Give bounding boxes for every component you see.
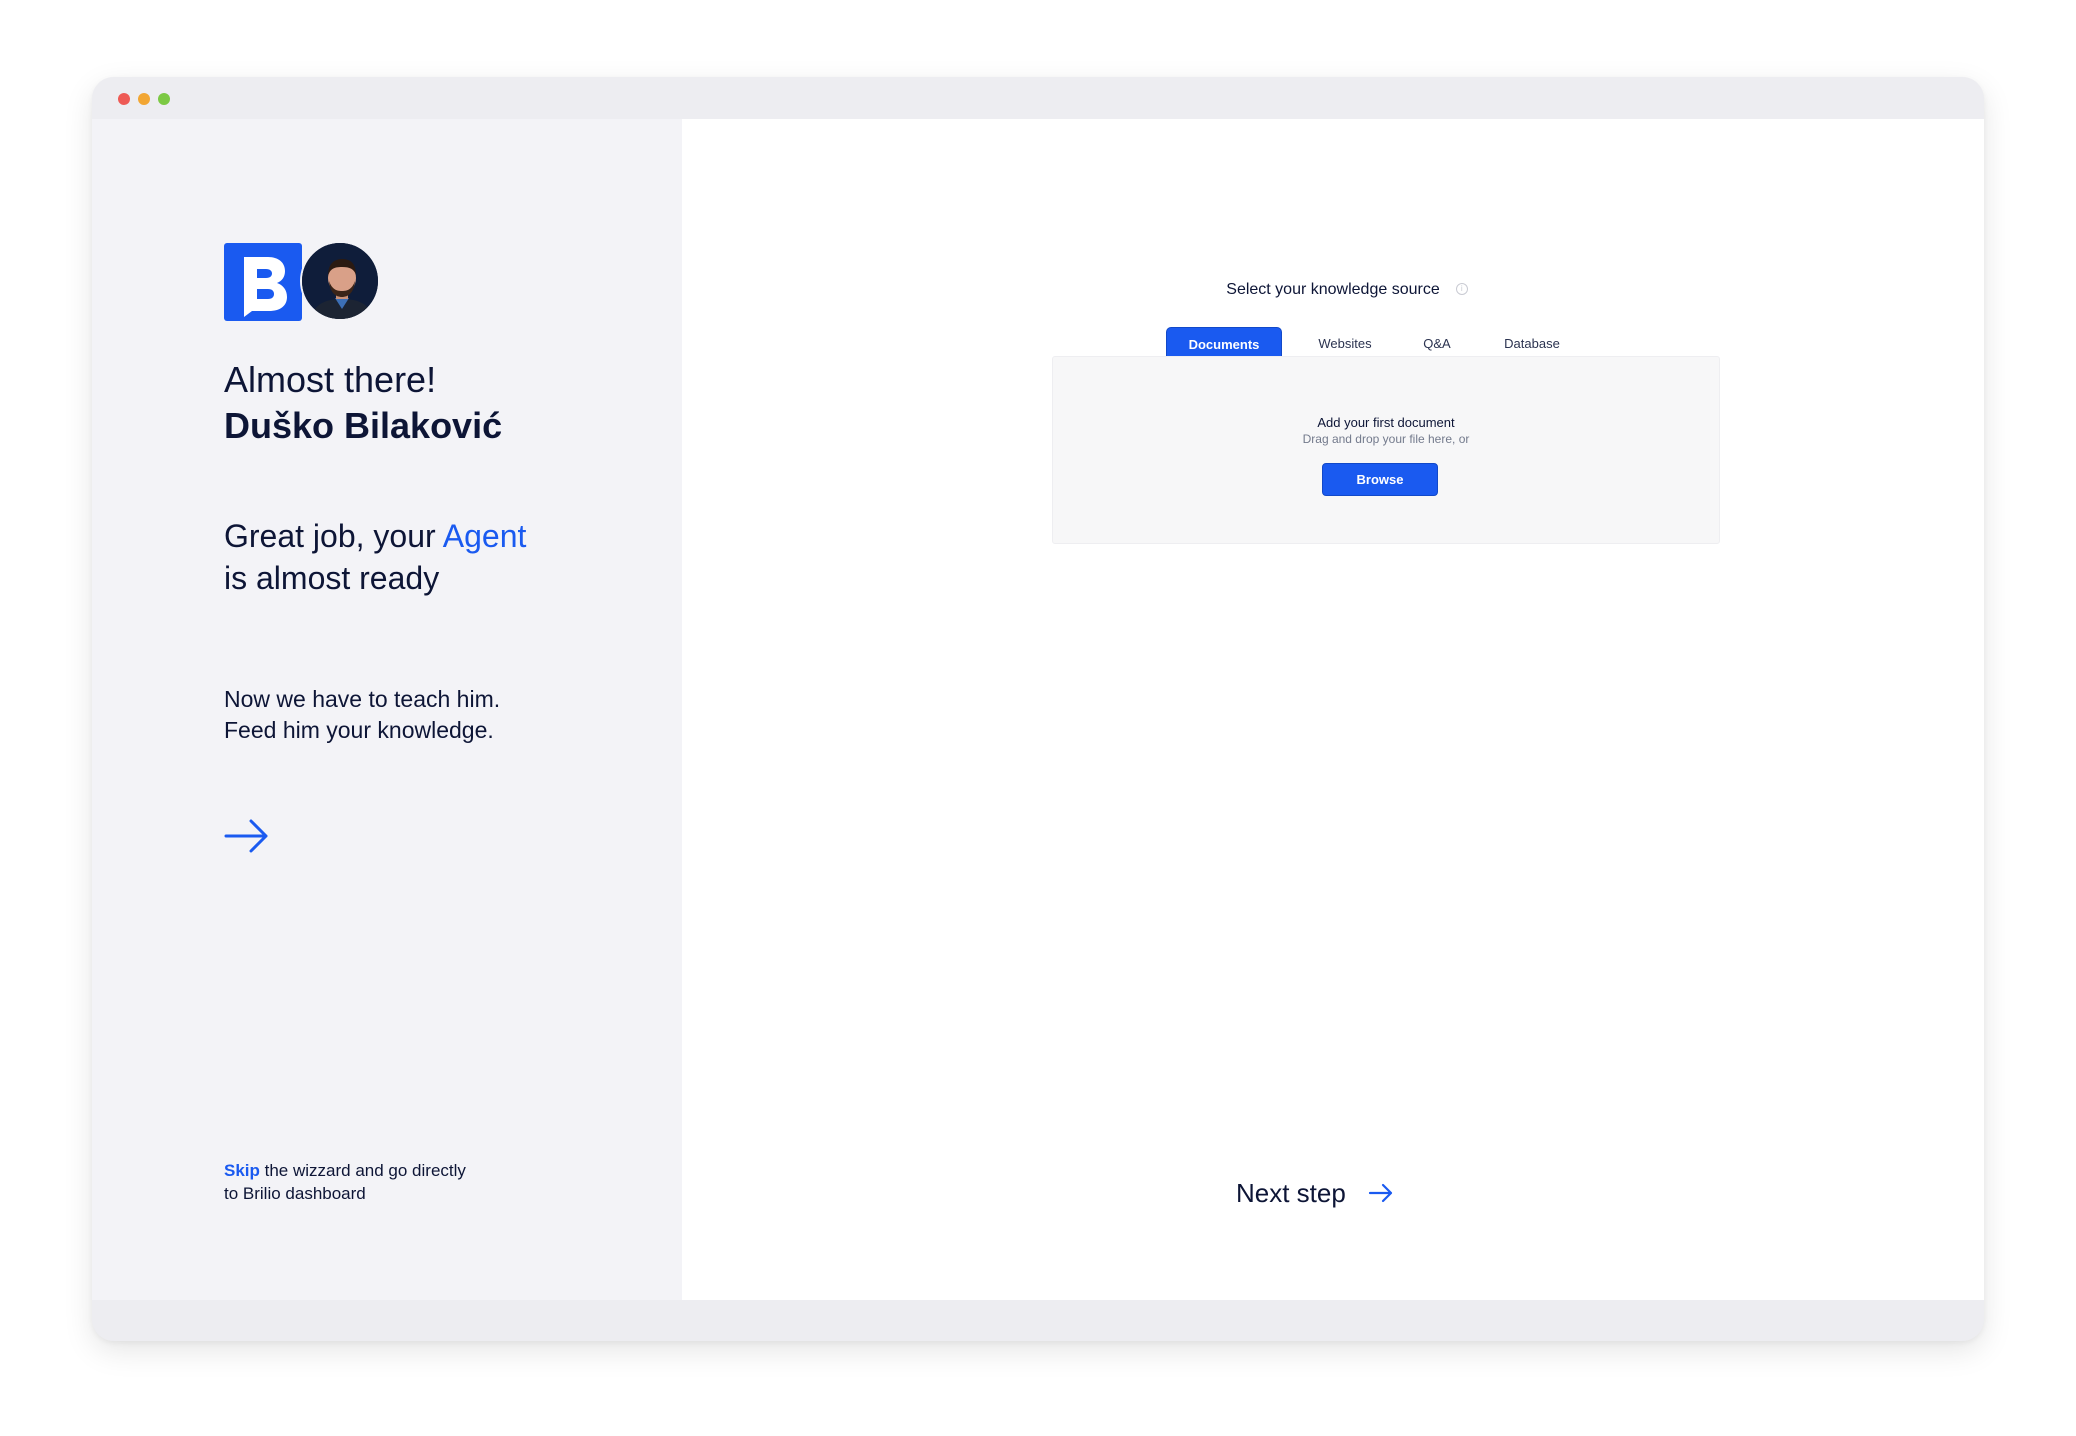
app-window: Almost there! Duško Bilaković Great job,… [92,77,1984,1341]
window-bottom-bar [92,1300,1984,1341]
arrow-right-icon [1369,1183,1393,1203]
knowledge-source-panel: Select your knowledge source i Documents… [682,119,1984,1300]
user-avatar [300,241,380,321]
skip-text-line-2: to Brilio dashboard [224,1184,366,1203]
info-icon[interactable]: i [1455,283,1468,295]
instruction-text: Now we have to teach him. Feed him your … [224,684,604,746]
dropzone-subtitle: Drag and drop your file here, or [1302,432,1470,446]
skip-link[interactable]: Skip [224,1161,260,1180]
brilio-logo-icon [224,243,302,321]
skip-text-line-1: the wizzard and go directly [259,1161,466,1180]
onboarding-sidebar: Almost there! Duško Bilaković Great job,… [92,119,682,1300]
maximize-window-button[interactable] [158,93,170,105]
user-name: Duško Bilaković [224,405,503,446]
close-window-button[interactable] [118,93,130,105]
agent-status-headline: Great job, your Agent is almost ready [224,515,624,599]
agent-accent-text: Agent [442,518,527,554]
knowledge-source-title: Select your knowledge source i [682,281,1984,299]
headline-text-end: is almost ready [224,560,440,596]
minimize-window-button[interactable] [138,93,150,105]
greeting-heading: Almost there! [224,359,437,400]
user-avatar-photo-icon [302,243,378,319]
browse-button[interactable]: Browse [1322,463,1438,496]
next-step-button[interactable]: Next step [1236,1175,1394,1211]
headline-text: Great job, your [224,518,443,554]
skip-wizard-note: Skip the wizzard and go directly to Bril… [224,1159,554,1205]
document-dropzone[interactable]: Add your first document Drag and drop yo… [1052,356,1720,544]
instruction-line-2: Feed him your knowledge. [224,717,494,743]
instruction-line-1: Now we have to teach him. [224,686,501,712]
next-step-label: Next step [1236,1178,1346,1208]
dropzone-title: Add your first document [1317,415,1455,430]
arrow-right-icon[interactable] [222,816,272,856]
knowledge-source-title-text: Select your knowledge source [1226,281,1440,298]
window-titlebar [92,77,1984,119]
